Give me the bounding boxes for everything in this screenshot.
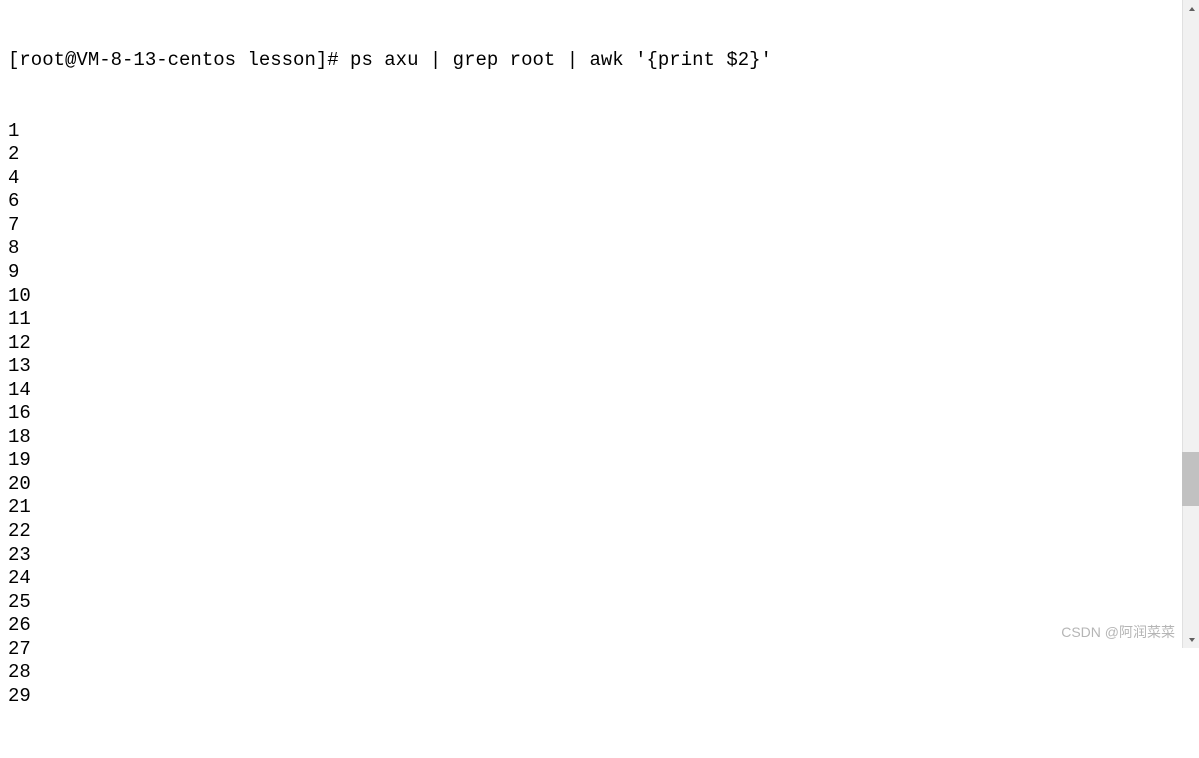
terminal-container: [root@VM-8-13-centos lesson]# ps axu | g… <box>0 0 1199 648</box>
output-line: 1 <box>8 120 1191 144</box>
output-line: 4 <box>8 167 1191 191</box>
output-line: 23 <box>8 544 1191 568</box>
terminal-output: 1246789101112131416181920212223242526272… <box>8 120 1191 709</box>
output-line: 2 <box>8 143 1191 167</box>
output-line: 26 <box>8 614 1191 638</box>
output-line: 16 <box>8 402 1191 426</box>
terminal-content[interactable]: [root@VM-8-13-centos lesson]# ps axu | g… <box>0 0 1199 758</box>
scrollbar-thumb[interactable] <box>1182 452 1199 506</box>
output-line: 11 <box>8 308 1191 332</box>
output-line: 20 <box>8 473 1191 497</box>
output-line: 12 <box>8 332 1191 356</box>
vertical-scrollbar[interactable] <box>1182 0 1199 648</box>
output-line: 29 <box>8 685 1191 709</box>
output-line: 9 <box>8 261 1191 285</box>
scrollbar-arrow-down-icon[interactable] <box>1183 631 1199 648</box>
output-line: 13 <box>8 355 1191 379</box>
watermark-text: CSDN @阿润菜菜 <box>1061 622 1175 642</box>
command-prompt-line: [root@VM-8-13-centos lesson]# ps axu | g… <box>8 49 1191 73</box>
output-line: 19 <box>8 449 1191 473</box>
output-line: 24 <box>8 567 1191 591</box>
output-line: 25 <box>8 591 1191 615</box>
scrollbar-arrow-up-icon[interactable] <box>1183 0 1199 17</box>
output-line: 14 <box>8 379 1191 403</box>
output-line: 21 <box>8 496 1191 520</box>
output-line: 27 <box>8 638 1191 662</box>
output-line: 8 <box>8 237 1191 261</box>
output-line: 18 <box>8 426 1191 450</box>
output-line: 22 <box>8 520 1191 544</box>
output-line: 6 <box>8 190 1191 214</box>
output-line: 7 <box>8 214 1191 238</box>
output-line: 10 <box>8 285 1191 309</box>
output-line: 28 <box>8 661 1191 685</box>
